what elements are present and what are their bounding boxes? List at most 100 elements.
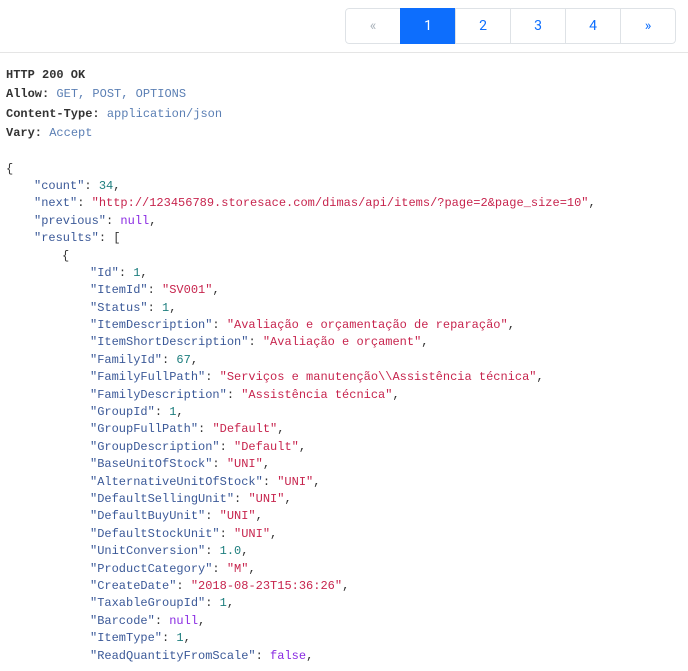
- BaseUnitOfStock-val: "UNI": [227, 457, 263, 471]
- content-type-label: Content-Type:: [6, 107, 100, 121]
- DefaultBuyUnit-key: "DefaultBuyUnit": [90, 509, 205, 523]
- AlternativeUnitOfStock-val: "UNI": [277, 475, 313, 489]
- Status-key: "Status": [90, 301, 148, 315]
- row-ProductCategory: "ProductCategory": "M",: [6, 561, 682, 578]
- json-next: "next": "http://123456789.storesace.com/…: [6, 195, 682, 212]
- vary-header: Vary: Accept: [6, 125, 682, 142]
- BaseUnitOfStock-key: "BaseUnitOfStock": [90, 457, 212, 471]
- DefaultSellingUnit-val: "UNI": [248, 492, 284, 506]
- previous-key: "previous": [34, 214, 106, 228]
- ReadQuantityFromScale-key: "ReadQuantityFromScale": [90, 649, 256, 663]
- CreateDate-val: "2018-08-23T15:36:26": [191, 579, 342, 593]
- TaxableGroupId-val: 1: [220, 596, 227, 610]
- ItemShortDescription-key: "ItemShortDescription": [90, 335, 248, 349]
- CreateDate-key: "CreateDate": [90, 579, 176, 593]
- ItemType-val: 1: [176, 631, 183, 645]
- json-results: "results": [: [6, 230, 682, 247]
- ItemId-val: "SV001": [162, 283, 212, 297]
- next-key: "next": [34, 196, 77, 210]
- count-val: 34: [99, 179, 113, 193]
- next-val: "http://123456789.storesace.com/dimas/ap…: [92, 196, 589, 210]
- GroupDescription-key: "GroupDescription": [90, 440, 220, 454]
- page-4[interactable]: 4: [565, 8, 621, 44]
- UnitConversion-key: "UnitConversion": [90, 544, 205, 558]
- UnitConversion-val: 1.0: [220, 544, 242, 558]
- row-UnitConversion: "UnitConversion": 1.0,: [6, 543, 682, 560]
- FamilyId-val: 67: [176, 353, 190, 367]
- row-FamilyId: "FamilyId": 67,: [6, 352, 682, 369]
- allow-header: Allow: GET, POST, OPTIONS: [6, 86, 682, 103]
- row-ItemShortDescription: "ItemShortDescription": "Avaliação e orç…: [6, 334, 682, 351]
- FamilyFullPath-key: "FamilyFullPath": [90, 370, 205, 384]
- ItemDescription-val: "Avaliação e orçamentação de reparação": [227, 318, 508, 332]
- DefaultStockUnit-key: "DefaultStockUnit": [90, 527, 220, 541]
- page-next[interactable]: »: [620, 8, 676, 44]
- row-DefaultBuyUnit: "DefaultBuyUnit": "UNI",: [6, 508, 682, 525]
- GroupFullPath-key: "GroupFullPath": [90, 422, 198, 436]
- page-1[interactable]: 1: [400, 8, 456, 44]
- ProductCategory-val: "M": [227, 562, 249, 576]
- AlternativeUnitOfStock-key: "AlternativeUnitOfStock": [90, 475, 263, 489]
- previous-val: null: [120, 214, 149, 228]
- row-GroupId: "GroupId": 1,: [6, 404, 682, 421]
- status-line: HTTP 200 OK: [6, 67, 682, 84]
- ItemType-key: "ItemType": [90, 631, 162, 645]
- ItemShortDescription-val: "Avaliação e orçament": [263, 335, 421, 349]
- row-Status: "Status": 1,: [6, 300, 682, 317]
- GroupFullPath-val: "Default": [212, 422, 277, 436]
- Barcode-val: null: [169, 614, 198, 628]
- page-2[interactable]: 2: [455, 8, 511, 44]
- row-Barcode: "Barcode": null,: [6, 613, 682, 630]
- row-ItemId: "ItemId": "SV001",: [6, 282, 682, 299]
- FamilyId-key: "FamilyId": [90, 353, 162, 367]
- row-ItemType: "ItemType": 1,: [6, 630, 682, 647]
- row-DefaultStockUnit: "DefaultStockUnit": "UNI",: [6, 526, 682, 543]
- json-body: { "count": 34, "next": "http://123456789…: [6, 161, 682, 665]
- vary-value: Accept: [49, 126, 92, 140]
- ItemId-key: "ItemId": [90, 283, 148, 297]
- row-ItemDescription: "ItemDescription": "Avaliação e orçament…: [6, 317, 682, 334]
- count-key: "count": [34, 179, 84, 193]
- json-count: "count": 34,: [6, 178, 682, 195]
- row-BaseUnitOfStock: "BaseUnitOfStock": "UNI",: [6, 456, 682, 473]
- ReadQuantityFromScale-val: false: [270, 649, 306, 663]
- row-DefaultSellingUnit: "DefaultSellingUnit": "UNI",: [6, 491, 682, 508]
- pagination: « 1 2 3 4 »: [345, 8, 676, 44]
- ItemDescription-key: "ItemDescription": [90, 318, 212, 332]
- GroupId-key: "GroupId": [90, 405, 155, 419]
- response-panel: HTTP 200 OK Allow: GET, POST, OPTIONS Co…: [0, 52, 688, 671]
- page-prev[interactable]: «: [345, 8, 401, 44]
- row-GroupDescription: "GroupDescription": "Default",: [6, 439, 682, 456]
- TaxableGroupId-key: "TaxableGroupId": [90, 596, 205, 610]
- GroupDescription-val: "Default": [234, 440, 299, 454]
- FamilyFullPath-val: "Serviços e manutenção\\Assistência técn…: [220, 370, 537, 384]
- FamilyDescription-val: "Assistência técnica": [241, 388, 392, 402]
- json-previous: "previous": null,: [6, 213, 682, 230]
- json-open-brace: {: [6, 162, 13, 176]
- allow-value: GET, POST, OPTIONS: [56, 87, 186, 101]
- vary-label: Vary:: [6, 126, 42, 140]
- row-Id: "Id": 1,: [6, 265, 682, 282]
- content-type-value: application/json: [107, 107, 222, 121]
- Id-key: "Id": [90, 266, 119, 280]
- page-3[interactable]: 3: [510, 8, 566, 44]
- row-CreateDate: "CreateDate": "2018-08-23T15:36:26",: [6, 578, 682, 595]
- ProductCategory-key: "ProductCategory": [90, 562, 212, 576]
- row-AlternativeUnitOfStock: "AlternativeUnitOfStock": "UNI",: [6, 474, 682, 491]
- content-type-header: Content-Type: application/json: [6, 106, 682, 123]
- DefaultBuyUnit-val: "UNI": [220, 509, 256, 523]
- json-item-open: {: [6, 248, 682, 265]
- row-TaxableGroupId: "TaxableGroupId": 1,: [6, 595, 682, 612]
- DefaultStockUnit-val: "UNI": [234, 527, 270, 541]
- DefaultSellingUnit-key: "DefaultSellingUnit": [90, 492, 234, 506]
- row-GroupFullPath: "GroupFullPath": "Default",: [6, 421, 682, 438]
- FamilyDescription-key: "FamilyDescription": [90, 388, 227, 402]
- pagination-container: « 1 2 3 4 »: [0, 0, 688, 52]
- row-FamilyDescription: "FamilyDescription": "Assistência técnic…: [6, 387, 682, 404]
- Barcode-key: "Barcode": [90, 614, 155, 628]
- allow-label: Allow:: [6, 87, 49, 101]
- row-ReadQuantityFromScale: "ReadQuantityFromScale": false,: [6, 648, 682, 665]
- row-FamilyFullPath: "FamilyFullPath": "Serviços e manutenção…: [6, 369, 682, 386]
- results-key: "results": [34, 231, 99, 245]
- status-text: HTTP 200 OK: [6, 68, 85, 82]
